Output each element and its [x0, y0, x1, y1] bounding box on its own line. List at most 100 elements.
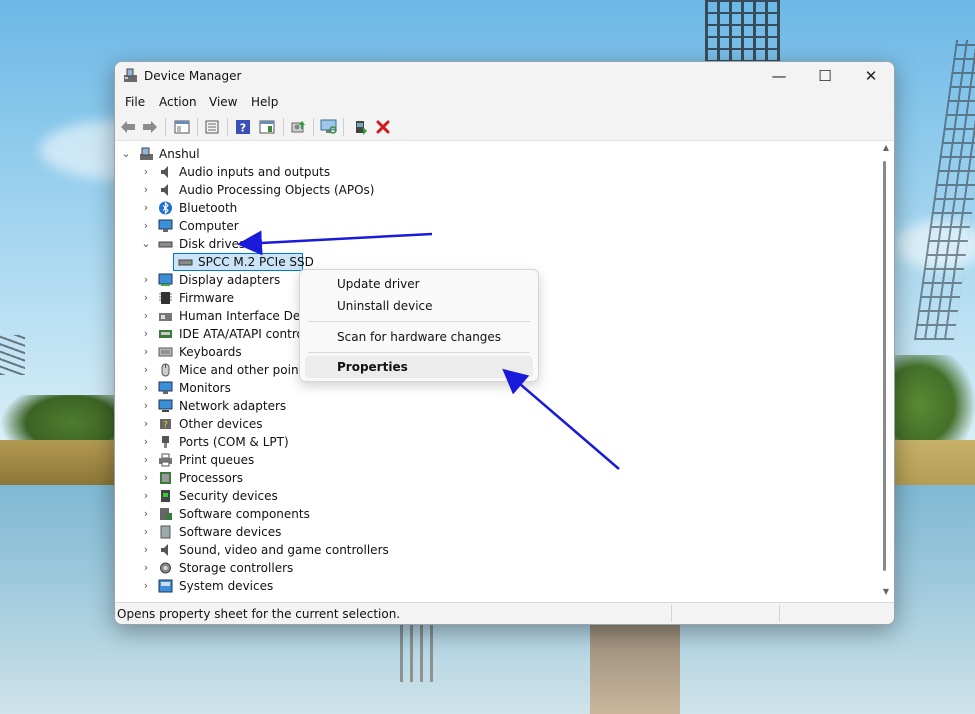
wallpaper-reflection: [400, 622, 440, 682]
back-arrow-icon[interactable]: [118, 117, 138, 137]
tree-item-disk-drives[interactable]: ⌄ Disk drives: [115, 235, 875, 253]
tree-item-network[interactable]: › Network adapters: [115, 397, 875, 415]
uninstall-icon[interactable]: [373, 117, 393, 137]
chevron-right-icon[interactable]: ›: [141, 559, 151, 577]
chevron-right-icon[interactable]: ›: [141, 307, 151, 325]
chevron-right-icon[interactable]: ›: [141, 469, 151, 487]
show-hide-tree-icon[interactable]: [172, 117, 192, 137]
chevron-down-icon[interactable]: ⌄: [121, 145, 131, 163]
tree-item-label: Mice and other pointin: [179, 363, 315, 377]
windmill-sail: [705, 0, 780, 62]
context-update-driver[interactable]: Update driver: [305, 273, 533, 295]
toolbar-separator: [227, 118, 228, 136]
menu-help[interactable]: Help: [251, 95, 278, 109]
context-scan-hardware[interactable]: Scan for hardware changes: [305, 326, 533, 348]
tree-item-ssd[interactable]: SPCC M.2 PCIe SSD: [173, 253, 314, 271]
add-driver-icon[interactable]: [351, 117, 371, 137]
port-icon: [162, 436, 169, 448]
tree-item-label: Computer: [179, 219, 239, 233]
forward-arrow-icon[interactable]: [140, 117, 160, 137]
tree-item-label: Disk drives: [179, 237, 246, 251]
menu-view[interactable]: View: [209, 95, 237, 109]
chevron-down-icon[interactable]: ⌄: [141, 235, 151, 253]
chevron-right-icon[interactable]: ›: [141, 541, 151, 559]
computer-root-icon: [140, 147, 153, 160]
chevron-right-icon[interactable]: ›: [141, 487, 151, 505]
tree-root[interactable]: ⌄ Anshul: [115, 145, 875, 163]
title-bar[interactable]: Device Manager — ☐ ✕: [115, 62, 894, 90]
windmill-sail: [0, 335, 25, 375]
printer-icon: [159, 453, 172, 467]
tree-item-ports[interactable]: › Ports (COM & LPT): [115, 433, 875, 451]
scroll-up-icon[interactable]: ▲: [881, 143, 891, 152]
menu-action[interactable]: Action: [159, 95, 197, 109]
software-device-icon: [160, 525, 171, 539]
keyboard-icon: [158, 347, 173, 357]
context-separator: [308, 352, 530, 353]
tree-item-label: Human Interface Devic: [179, 309, 318, 323]
context-uninstall-device[interactable]: Uninstall device: [305, 295, 533, 317]
chevron-right-icon[interactable]: ›: [141, 199, 151, 217]
tree-item-processors[interactable]: › Processors: [115, 469, 875, 487]
chevron-right-icon[interactable]: ›: [141, 217, 151, 235]
tree-item-computer[interactable]: › Computer: [115, 217, 875, 235]
chevron-right-icon[interactable]: ›: [141, 325, 151, 343]
display-adapter-icon: [158, 273, 173, 286]
update-driver-icon[interactable]: [288, 117, 308, 137]
tree-item-bluetooth[interactable]: › Bluetooth: [115, 199, 875, 217]
status-cell: [779, 605, 890, 622]
show-hidden-icon[interactable]: [257, 117, 277, 137]
vertical-scrollbar[interactable]: ▲ ▼: [878, 141, 894, 601]
scrollbar-thumb[interactable]: [883, 161, 886, 571]
chevron-right-icon[interactable]: ›: [141, 289, 151, 307]
chevron-right-icon[interactable]: ›: [141, 271, 151, 289]
tree-item-audio-processing[interactable]: › Audio Processing Objects (APOs): [115, 181, 875, 199]
chevron-right-icon[interactable]: ›: [141, 163, 151, 181]
tree-item-label: Other devices: [179, 417, 263, 431]
minimize-button[interactable]: —: [756, 62, 802, 90]
properties-icon[interactable]: [202, 117, 222, 137]
tree-item-label: System devices: [179, 579, 274, 593]
chevron-right-icon[interactable]: ›: [141, 415, 151, 433]
chevron-right-icon[interactable]: ›: [141, 577, 151, 595]
scan-hardware-icon[interactable]: [319, 117, 339, 137]
bluetooth-icon: [159, 201, 172, 215]
tree-item-label: Software devices: [179, 525, 282, 539]
unknown-device-icon: ?: [160, 419, 171, 431]
menu-file[interactable]: File: [125, 95, 145, 109]
speaker-icon: [161, 184, 168, 196]
security-device-icon: [161, 490, 170, 502]
scroll-down-icon[interactable]: ▼: [881, 587, 891, 596]
tree-item-label: Firmware: [179, 291, 234, 305]
tree-item-label: Bluetooth: [179, 201, 238, 215]
close-button[interactable]: ✕: [848, 62, 894, 90]
tree-item-security[interactable]: › Security devices: [115, 487, 875, 505]
tree-item-other-devices[interactable]: › ? Other devices: [115, 415, 875, 433]
chevron-right-icon[interactable]: ›: [141, 451, 151, 469]
chevron-right-icon[interactable]: ›: [141, 379, 151, 397]
chevron-right-icon[interactable]: ›: [141, 181, 151, 199]
chevron-right-icon[interactable]: ›: [141, 505, 151, 523]
tree-item-label: Sound, video and game controllers: [179, 543, 389, 557]
tree-item-sound[interactable]: › Sound, video and game controllers: [115, 541, 875, 559]
help-icon[interactable]: ?: [233, 117, 253, 137]
chevron-right-icon[interactable]: ›: [141, 361, 151, 379]
monitor-icon: [158, 381, 173, 394]
tree-item-label: IDE ATA/ATAPI controll: [179, 327, 311, 341]
tree-item-label: Display adapters: [179, 273, 281, 287]
tree-item-storage[interactable]: › Storage controllers: [115, 559, 875, 577]
tree-item-audio-inputs[interactable]: › Audio inputs and outputs: [115, 163, 875, 181]
chevron-right-icon[interactable]: ›: [141, 433, 151, 451]
tree-item-software-devices[interactable]: › Software devices: [115, 523, 875, 541]
context-properties[interactable]: Properties: [305, 356, 533, 378]
tree-item-print-queues[interactable]: › Print queues: [115, 451, 875, 469]
tree-item-software-components[interactable]: › Software components: [115, 505, 875, 523]
chevron-right-icon[interactable]: ›: [141, 523, 151, 541]
chevron-right-icon[interactable]: ›: [141, 397, 151, 415]
svg-text:?: ?: [163, 421, 168, 431]
hid-icon: [159, 313, 172, 321]
tree-root-label: Anshul: [159, 147, 200, 161]
tree-item-system-devices[interactable]: › System devices: [115, 577, 875, 595]
maximize-button[interactable]: ☐: [802, 62, 848, 90]
chevron-right-icon[interactable]: ›: [141, 343, 151, 361]
